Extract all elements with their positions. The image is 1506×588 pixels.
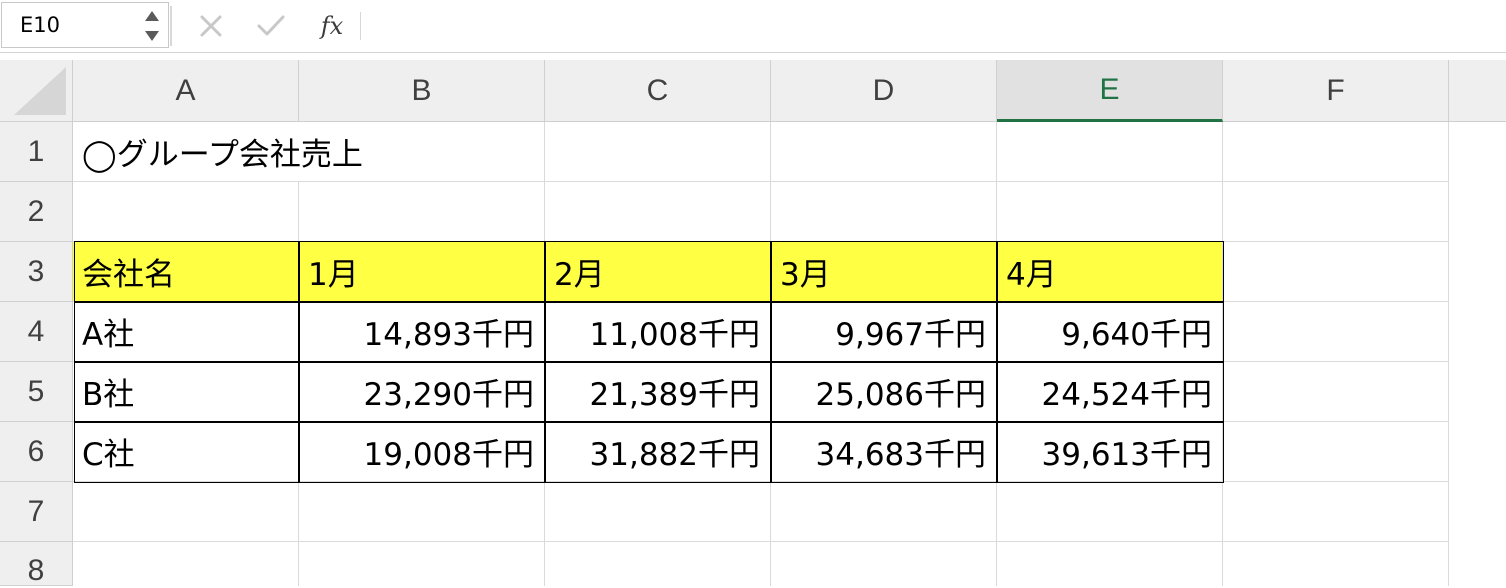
cell-f1[interactable] (1223, 122, 1449, 182)
cell-e8[interactable] (997, 542, 1223, 586)
cell-b7[interactable] (299, 482, 545, 542)
cell-d6[interactable]: 34,683千円 (771, 422, 997, 482)
column-header-d[interactable]: D (771, 60, 997, 122)
cell-a8[interactable] (73, 542, 299, 586)
check-icon[interactable] (254, 8, 288, 44)
cell-f8[interactable] (1223, 542, 1449, 586)
cell-a6[interactable]: C社 (73, 422, 299, 482)
cell-c2[interactable] (545, 182, 771, 242)
cell-b8[interactable] (299, 542, 545, 586)
cell-a7[interactable] (73, 482, 299, 542)
name-box-value[interactable]: E10 (20, 13, 60, 37)
row-header-2[interactable]: 2 (0, 182, 73, 242)
row-header-1[interactable]: 1 (0, 122, 73, 182)
cell-a5[interactable]: B社 (73, 362, 299, 422)
cell-e4[interactable]: 9,640千円 (997, 302, 1223, 362)
chevron-up-icon[interactable] (145, 11, 159, 21)
divider (170, 6, 172, 46)
cell-d5[interactable]: 25,086千円 (771, 362, 997, 422)
column-header-c[interactable]: C (545, 60, 771, 122)
select-all-button[interactable] (0, 60, 73, 122)
cell-f5[interactable] (1223, 362, 1449, 422)
cell-f3[interactable] (1223, 242, 1449, 302)
cell-d4[interactable]: 9,967千円 (771, 302, 997, 362)
cell-e3[interactable]: 4月 (997, 242, 1223, 302)
cell-b4[interactable]: 14,893千円 (299, 302, 545, 362)
formula-input[interactable] (372, 6, 1492, 46)
row-header-8[interactable]: 8 (0, 542, 73, 587)
insert-function-button[interactable]: fx (312, 8, 352, 44)
cell-a1[interactable]: ◯グループ会社売上 (73, 122, 545, 182)
cell-c1[interactable] (545, 122, 771, 182)
cell-b3[interactable]: 1月 (299, 242, 545, 302)
cell-a4[interactable]: A社 (73, 302, 299, 362)
cell-d2[interactable] (771, 182, 997, 242)
cell-e1[interactable] (997, 122, 1223, 182)
cell-e2[interactable] (997, 182, 1223, 242)
cell-f2[interactable] (1223, 182, 1449, 242)
spreadsheet-grid: A B C D E F 1 2 3 4 5 6 7 8 ◯グループ会社売上 会社… (0, 60, 1506, 587)
column-header-e[interactable]: E (997, 60, 1223, 122)
formula-bar: E10 fx (0, 0, 1506, 53)
row-header-4[interactable]: 4 (0, 302, 73, 362)
chevron-down-icon[interactable] (145, 31, 159, 41)
cell-a2[interactable] (73, 182, 299, 242)
cell-d7[interactable] (771, 482, 997, 542)
column-header-g[interactable] (1449, 60, 1506, 122)
cell-c5[interactable]: 21,389千円 (545, 362, 771, 422)
cell-d1[interactable] (771, 122, 997, 182)
cell-b6[interactable]: 19,008千円 (299, 422, 545, 482)
cell-c4[interactable]: 11,008千円 (545, 302, 771, 362)
name-box[interactable]: E10 (1, 2, 169, 48)
column-header-a[interactable]: A (73, 60, 299, 122)
cell-d3[interactable]: 3月 (771, 242, 997, 302)
cell-c6[interactable]: 31,882千円 (545, 422, 771, 482)
name-box-spinner[interactable] (144, 7, 160, 45)
cell-b5[interactable]: 23,290千円 (299, 362, 545, 422)
cell-b2[interactable] (299, 182, 545, 242)
column-header-f[interactable]: F (1223, 60, 1449, 122)
cell-e5[interactable]: 24,524千円 (997, 362, 1223, 422)
cell-e7[interactable] (997, 482, 1223, 542)
row-header-5[interactable]: 5 (0, 362, 73, 422)
cell-c8[interactable] (545, 542, 771, 586)
row-header-3[interactable]: 3 (0, 242, 73, 302)
cell-c7[interactable] (545, 482, 771, 542)
divider (360, 12, 361, 40)
row-header-7[interactable]: 7 (0, 482, 73, 542)
cell-f7[interactable] (1223, 482, 1449, 542)
cell-a3[interactable]: 会社名 (73, 242, 299, 302)
cell-e6[interactable]: 39,613千円 (997, 422, 1223, 482)
column-header-b[interactable]: B (299, 60, 545, 122)
cell-c3[interactable]: 2月 (545, 242, 771, 302)
cell-d8[interactable] (771, 542, 997, 586)
cell-f6[interactable] (1223, 422, 1449, 482)
select-all-icon (14, 67, 66, 115)
cell-f4[interactable] (1223, 302, 1449, 362)
close-icon[interactable] (196, 8, 226, 44)
row-header-6[interactable]: 6 (0, 422, 73, 482)
